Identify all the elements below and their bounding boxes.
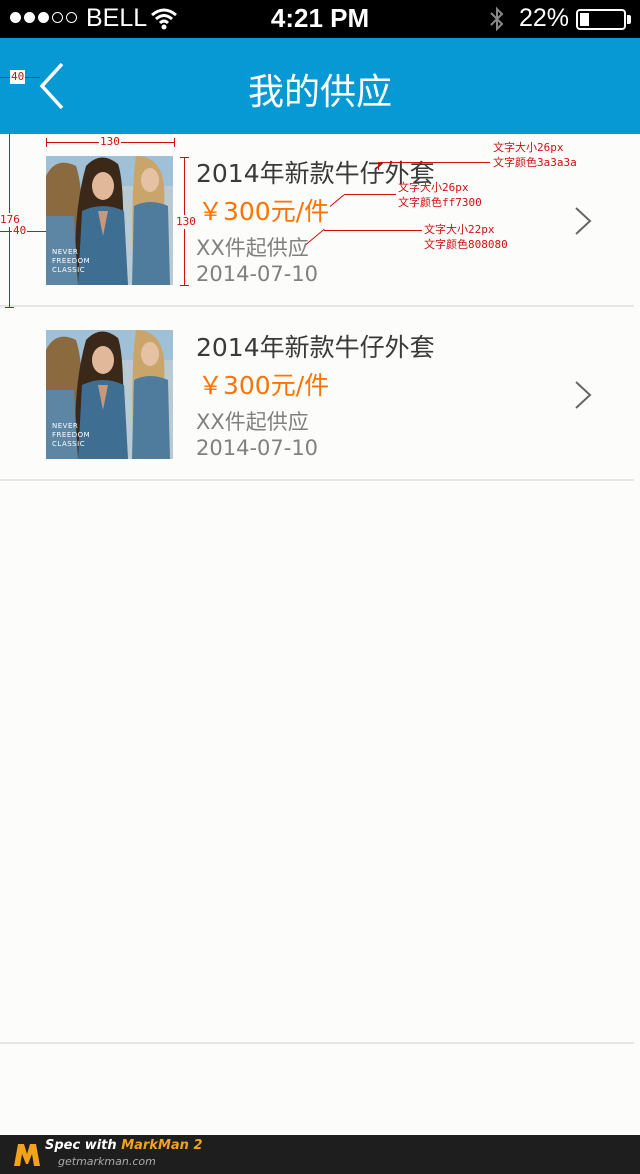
annotation-moq-color: 文字颜色808080: [424, 238, 508, 251]
annotation-image-height: 130: [176, 215, 196, 229]
annotation-price-color: 文字颜色ff7300: [398, 196, 482, 209]
annotation-price-size: 文字大小26px: [398, 181, 469, 194]
supply-list-item[interactable]: NEVER FREEDOM CLASSIC 2014年新款牛仔外套 ￥300元/…: [0, 308, 640, 481]
status-bar: BELL 4:21 PM 22%: [0, 0, 640, 38]
item-min-quantity: XX件起供应: [196, 410, 309, 434]
item-divider: [0, 305, 634, 307]
product-image: NEVER FREEDOM CLASSIC: [46, 156, 173, 285]
item-title: 2014年新款牛仔外套: [196, 333, 435, 362]
annotation-back-offset: 40: [10, 70, 26, 84]
annotation-moq-size: 文字大小22px: [424, 223, 495, 236]
markman-watermark: Spec with MarkMan 2 getmarkman.com: [0, 1135, 640, 1174]
item-min-quantity: XX件起供应: [196, 236, 309, 260]
annotation-title-size: 文字大小26px: [493, 141, 564, 154]
item-price: ￥300元/件: [198, 371, 330, 400]
chevron-right-icon: [575, 207, 592, 235]
annotation-image-left: 40: [12, 224, 28, 238]
navigation-bar: 我的供应: [0, 38, 640, 134]
markman-brand: MarkMan 2: [121, 1138, 203, 1153]
battery-level: [580, 13, 590, 26]
item-price: ￥300元/件: [198, 197, 330, 226]
item-date: 2014-07-10: [196, 262, 319, 286]
image-caption: NEVER FREEDOM CLASSIC: [52, 248, 91, 274]
list-bottom-divider: [0, 1042, 634, 1044]
bluetooth-icon: [490, 6, 504, 32]
product-image: NEVER FREEDOM CLASSIC: [46, 330, 173, 459]
item-date: 2014-07-10: [196, 436, 319, 460]
item-divider: [0, 479, 634, 481]
chevron-right-icon: [575, 381, 592, 409]
battery-icon: [576, 9, 626, 30]
spec-with-label: Spec with: [45, 1138, 122, 1153]
annotation-title-color: 文字颜色3a3a3a: [493, 156, 577, 169]
image-caption: NEVER FREEDOM CLASSIC: [52, 422, 91, 448]
page-title: 我的供应: [247, 72, 392, 113]
markman-logo-icon: [14, 1144, 40, 1166]
annotation-image-width: 130: [99, 135, 121, 149]
battery-percentage: 22%: [519, 4, 570, 32]
markman-url: getmarkman.com: [58, 1155, 156, 1168]
